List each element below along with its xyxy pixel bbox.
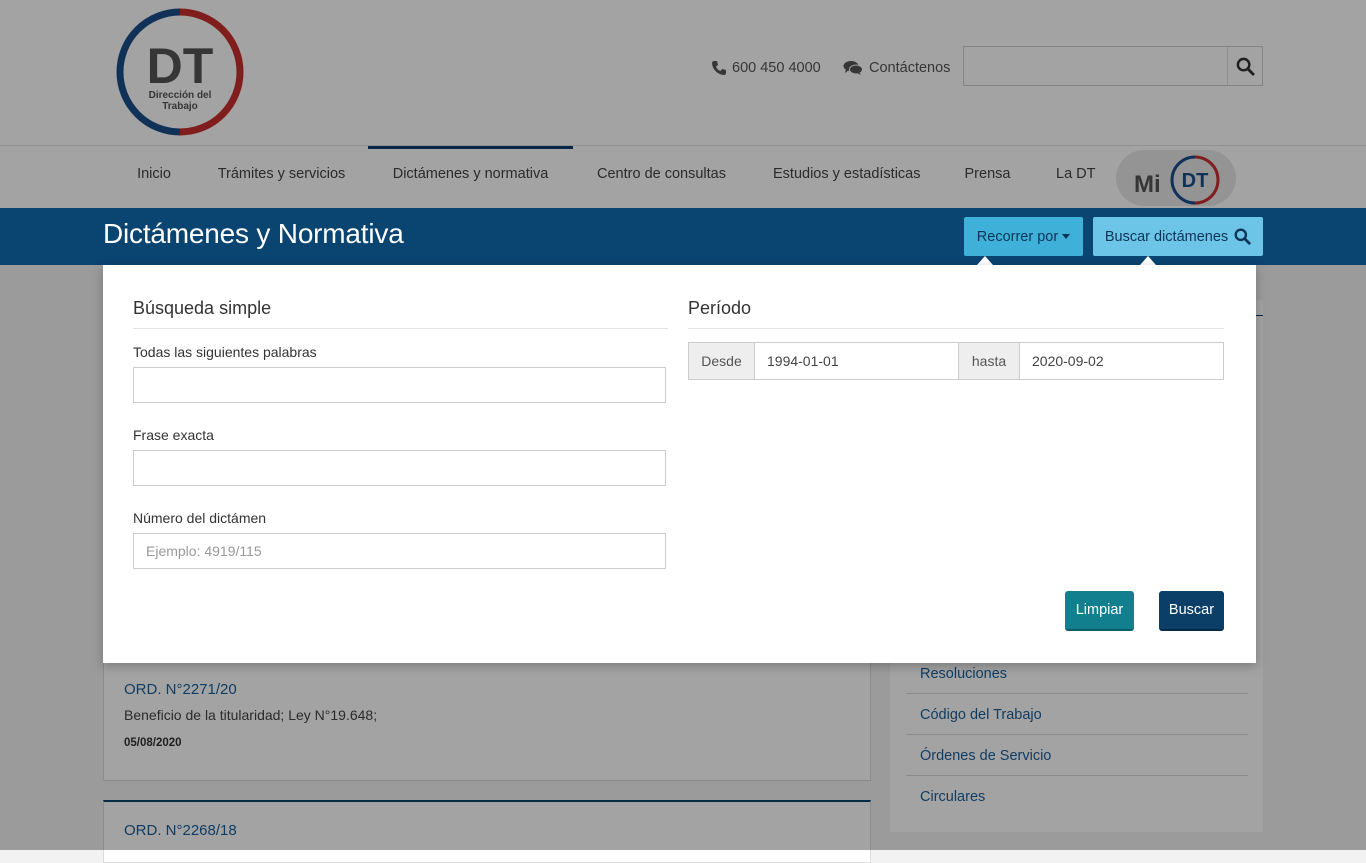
exact-phrase-input[interactable]	[133, 450, 666, 486]
search-dialog: Búsqueda simple Todas las siguientes pal…	[103, 265, 1256, 663]
section-bar: Dictámenes y Normativa Recorrer por Busc…	[0, 208, 1366, 265]
caret-down-icon	[1062, 234, 1071, 239]
buscar-pointer	[1140, 256, 1156, 265]
buscar-dictamenes-button[interactable]: Buscar dictámenes	[1093, 217, 1263, 256]
simple-search-title: Búsqueda simple	[133, 298, 668, 329]
to-label: hasta	[958, 343, 1020, 379]
from-label: Desde	[689, 343, 755, 379]
exact-phrase-label: Frase exacta	[133, 427, 214, 443]
all-words-label: Todas las siguientes palabras	[133, 344, 317, 360]
all-words-input[interactable]	[133, 367, 666, 403]
buscar-dictamenes-label: Buscar dictámenes	[1104, 228, 1229, 245]
recorrer-por-button[interactable]: Recorrer por	[964, 217, 1083, 256]
search-button[interactable]: Buscar	[1159, 591, 1224, 631]
to-date-input[interactable]: 2020-09-02	[1020, 343, 1223, 379]
page-title: Dictámenes y Normativa	[103, 218, 404, 249]
recorrer-por-label: Recorrer por	[976, 228, 1059, 245]
from-date-input[interactable]: 1994-01-01	[755, 343, 958, 379]
number-input[interactable]	[133, 533, 666, 569]
number-label: Número del dictámen	[133, 510, 267, 526]
period-range: Desde 1994-01-01 hasta 2020-09-02	[688, 342, 1224, 380]
clear-button[interactable]: Limpiar	[1065, 591, 1134, 631]
period-title: Período	[688, 298, 1224, 329]
recorrer-pointer	[977, 256, 993, 265]
search-icon	[1234, 228, 1251, 245]
